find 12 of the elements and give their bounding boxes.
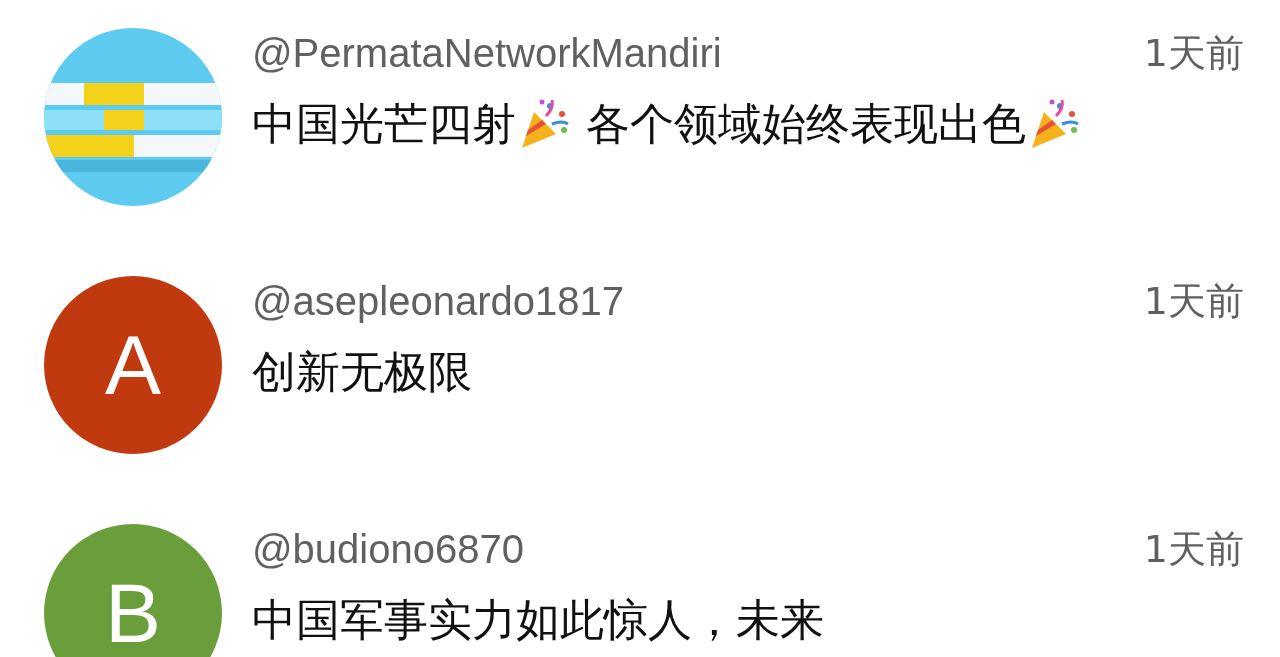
username[interactable]: @PermataNetworkMandiri bbox=[252, 31, 722, 76]
comment-text: 创新无极限 bbox=[252, 345, 472, 399]
username[interactable]: @budiono6870 bbox=[252, 527, 524, 572]
comment-text: 中国军事实力如此惊人，未来 bbox=[252, 593, 824, 647]
avatar[interactable]: A bbox=[44, 276, 222, 454]
avatar[interactable]: B bbox=[44, 524, 222, 657]
comment-text: 各个领域始终表现出色 bbox=[585, 97, 1026, 151]
timestamp: 1天前 bbox=[1143, 30, 1244, 77]
timestamp: 1天前 bbox=[1143, 526, 1244, 573]
username[interactable]: @asepleonardo1817 bbox=[252, 279, 624, 324]
timestamp: 1天前 bbox=[1143, 278, 1244, 325]
comment-text: 中国光芒四射 bbox=[252, 97, 516, 151]
